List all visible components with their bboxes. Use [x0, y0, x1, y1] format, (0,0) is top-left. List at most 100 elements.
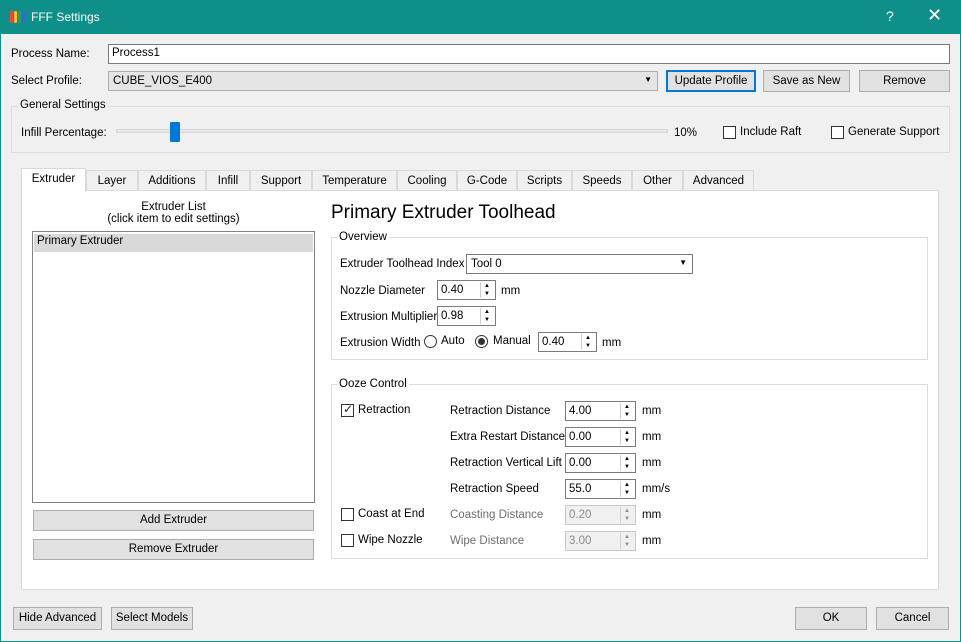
infill-slider-thumb[interactable] [170, 122, 181, 142]
wipe-nozzle-label: Wipe Nozzle [358, 534, 423, 546]
process-name-input[interactable]: Process1 [108, 44, 950, 64]
retraction-distance-value: 4.00 [569, 405, 592, 417]
spin-down-icon[interactable]: ▼ [624, 412, 630, 418]
close-icon[interactable]: ✕ [927, 5, 942, 26]
spin-up-icon[interactable]: ▲ [585, 335, 591, 341]
nozzle-diameter-spinbox[interactable]: 0.40 ▲ ▼ [437, 280, 496, 300]
tab-additions[interactable]: Additions [138, 170, 206, 191]
extruder-list[interactable]: Primary Extruder [32, 231, 315, 503]
spin-up-icon[interactable]: ▲ [624, 456, 630, 462]
select-models-button[interactable]: Select Models [111, 607, 193, 630]
save-as-new-button[interactable]: Save as New [763, 70, 850, 92]
retraction-vertical-lift-spinbox[interactable]: 0.00 ▲ ▼ [565, 453, 636, 473]
extruder-list-title: Extruder List [141, 201, 206, 213]
tab-other[interactable]: Other [632, 170, 683, 191]
retraction-speed-unit: mm/s [642, 483, 671, 495]
app-icon-bar [14, 11, 17, 23]
spin-down-icon[interactable]: ▼ [624, 542, 630, 548]
generate-support-checkbox[interactable] [831, 126, 844, 139]
spin-down-icon[interactable]: ▼ [624, 516, 630, 522]
spin-up-icon[interactable]: ▲ [624, 430, 630, 436]
app-icon-bar [18, 11, 21, 23]
spin-up-icon[interactable]: ▲ [624, 482, 630, 488]
extrusion-width-manual-radio[interactable] [475, 335, 488, 348]
spin-down-icon[interactable]: ▼ [484, 317, 490, 323]
tab-extruder[interactable]: Extruder [21, 168, 86, 192]
spin-down-icon[interactable]: ▼ [624, 438, 630, 444]
retraction-speed-value: 55.0 [569, 483, 592, 495]
retraction-distance-spinbox[interactable]: 4.00 ▲ ▼ [565, 401, 636, 421]
profile-select[interactable]: CUBE_VIOS_E400 ▼ [108, 71, 658, 91]
spin-down-icon[interactable]: ▼ [585, 343, 591, 349]
wipe-distance-label: Wipe Distance [450, 535, 525, 547]
tab-advanced[interactable]: Advanced [683, 170, 754, 191]
tab-temperature[interactable]: Temperature [312, 170, 397, 191]
spin-down-icon[interactable]: ▼ [484, 291, 490, 297]
remove-extruder-button[interactable]: Remove Extruder [33, 539, 314, 560]
spin-buttons[interactable]: ▲ ▼ [620, 403, 634, 419]
spin-up-icon[interactable]: ▲ [624, 404, 630, 410]
extrusion-width-auto-radio[interactable] [424, 335, 437, 348]
wipe-distance-spinbox[interactable]: 3.00 ▲ ▼ [565, 531, 636, 551]
coasting-distance-spinbox[interactable]: 0.20 ▲ ▼ [565, 505, 636, 525]
hide-advanced-button[interactable]: Hide Advanced [13, 607, 102, 630]
extrusion-width-spinbox[interactable]: 0.40 ▲ ▼ [538, 332, 597, 352]
tab-layer[interactable]: Layer [86, 170, 138, 191]
retraction-label: Retraction [358, 404, 411, 416]
spin-buttons[interactable]: ▲ ▼ [620, 533, 634, 549]
update-profile-button[interactable]: Update Profile [666, 70, 756, 92]
ooze-control-title: Ooze Control [337, 378, 409, 390]
ok-button[interactable]: OK [795, 607, 867, 630]
app-icon [9, 9, 25, 25]
spin-buttons[interactable]: ▲ ▼ [620, 429, 634, 445]
tab-infill[interactable]: Infill [206, 170, 250, 191]
title-bar: FFF Settings ? ✕ [0, 0, 961, 34]
tab-cooling[interactable]: Cooling [397, 170, 457, 191]
spin-buttons[interactable]: ▲ ▼ [620, 455, 634, 471]
nozzle-diameter-label: Nozzle Diameter [340, 285, 425, 297]
tab-scripts[interactable]: Scripts [517, 170, 572, 191]
cancel-button[interactable]: Cancel [876, 607, 949, 630]
retraction-checkbox[interactable] [341, 402, 354, 417]
extrusion-multiplier-spinbox[interactable]: 0.98 ▲ ▼ [437, 306, 496, 326]
spin-up-icon[interactable]: ▲ [624, 508, 630, 514]
toolhead-index-value: Tool 0 [471, 258, 502, 270]
coasting-distance-label: Coasting Distance [450, 509, 544, 521]
retraction-speed-spinbox[interactable]: 55.0 ▲ ▼ [565, 479, 636, 499]
wipe-nozzle-checkbox[interactable] [341, 534, 354, 547]
toolhead-index-select[interactable]: Tool 0 ▼ [466, 254, 693, 274]
coast-at-end-checkbox[interactable] [341, 508, 354, 521]
extra-restart-distance-value: 0.00 [569, 431, 592, 443]
list-item[interactable]: Primary Extruder [34, 234, 313, 252]
extra-restart-distance-unit: mm [642, 431, 662, 443]
chevron-down-icon: ▼ [644, 75, 652, 84]
spin-buttons[interactable]: ▲ ▼ [620, 507, 634, 523]
infill-percentage-value: 10% [674, 127, 698, 139]
spin-down-icon[interactable]: ▼ [624, 464, 630, 470]
include-raft-checkbox[interactable] [723, 126, 736, 139]
add-extruder-button[interactable]: Add Extruder [33, 510, 314, 531]
generate-support-label: Generate Support [848, 126, 940, 138]
overview-title: Overview [337, 231, 389, 243]
spin-buttons[interactable]: ▲ ▼ [620, 481, 634, 497]
tab-speeds[interactable]: Speeds [572, 170, 632, 191]
spin-up-icon[interactable]: ▲ [484, 309, 490, 315]
tab-support[interactable]: Support [250, 170, 312, 191]
infill-slider-track[interactable] [116, 129, 668, 133]
remove-profile-button[interactable]: Remove [859, 70, 950, 92]
spin-buttons[interactable]: ▲ ▼ [480, 282, 494, 298]
retraction-vertical-lift-value: 0.00 [569, 457, 592, 469]
extrusion-width-manual-label: Manual [493, 335, 531, 347]
spin-down-icon[interactable]: ▼ [624, 490, 630, 496]
process-name-label: Process Name: [11, 48, 90, 60]
spin-buttons[interactable]: ▲ ▼ [480, 308, 494, 324]
extra-restart-distance-spinbox[interactable]: 0.00 ▲ ▼ [565, 427, 636, 447]
extrusion-multiplier-value: 0.98 [441, 310, 464, 322]
spin-up-icon[interactable]: ▲ [624, 534, 630, 540]
toolhead-index-label: Extruder Toolhead Index [340, 258, 465, 270]
infill-percentage-label: Infill Percentage: [21, 127, 107, 139]
spin-buttons[interactable]: ▲ ▼ [581, 334, 595, 350]
help-icon[interactable]: ? [886, 8, 894, 24]
tab-gcode[interactable]: G-Code [457, 170, 517, 191]
spin-up-icon[interactable]: ▲ [484, 283, 490, 289]
